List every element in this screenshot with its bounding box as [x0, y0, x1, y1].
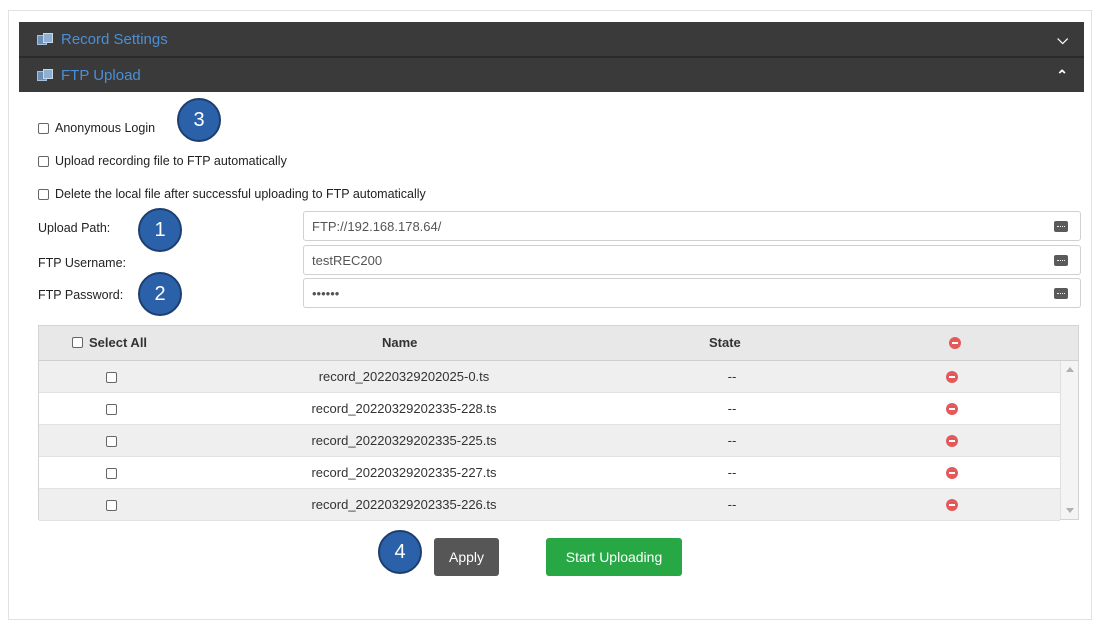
keyboard-icon[interactable]: [1054, 288, 1068, 299]
table-row: record_20220329202335-227.ts --: [39, 457, 1060, 489]
ftp-upload-header[interactable]: FTP Upload ⌃: [19, 58, 1084, 92]
main-container: [8, 10, 1092, 620]
keyboard-icon[interactable]: [1054, 255, 1068, 266]
delete-icon[interactable]: [946, 371, 958, 386]
table-row: record_20220329202335-228.ts --: [39, 393, 1060, 425]
ftp-username-value: testREC200: [312, 252, 383, 268]
delete-local-label: Delete the local file after successful u…: [55, 187, 426, 201]
table-scrollbar[interactable]: [1060, 361, 1078, 519]
record-settings-title: Record Settings: [61, 30, 168, 48]
delete-all-icon[interactable]: [949, 337, 961, 352]
row-checkbox[interactable]: [106, 467, 123, 482]
anonymous-login-label: Anonymous Login: [55, 121, 156, 135]
row-checkbox[interactable]: [106, 371, 123, 386]
ftp-upload-title: FTP Upload: [61, 66, 141, 84]
table-header: Select All Name State: [39, 326, 1078, 361]
row-state: --: [727, 497, 737, 512]
ftp-username-label: FTP Username:: [38, 256, 126, 270]
start-uploading-button[interactable]: Start Uploading: [546, 538, 682, 576]
ftp-password-value: ••••••: [312, 285, 340, 301]
row-name: record_20220329202335-227.ts: [311, 465, 497, 480]
upload-path-input[interactable]: FTP://192.168.178.64/: [303, 211, 1081, 241]
upload-path-value: FTP://192.168.178.64/: [312, 218, 442, 234]
monitor-icon: [37, 32, 53, 46]
row-name: record_20220329202335-226.ts: [311, 497, 497, 512]
state-column-header: State: [709, 335, 741, 350]
monitor-icon: [37, 68, 53, 82]
auto-upload-option[interactable]: Upload recording file to FTP automatical…: [38, 154, 287, 168]
table-row: record_20220329202335-225.ts --: [39, 425, 1060, 457]
file-table: Select All Name State record_20220329202…: [38, 325, 1079, 521]
delete-local-option[interactable]: Delete the local file after successful u…: [38, 187, 426, 201]
callout-1: 1: [138, 208, 182, 252]
select-all[interactable]: Select All: [72, 335, 147, 350]
row-name: record_20220329202025-0.ts: [318, 369, 490, 384]
row-state: --: [727, 465, 737, 480]
select-all-checkbox[interactable]: [72, 337, 83, 348]
upload-path-label: Upload Path:: [38, 221, 111, 235]
auto-upload-label: Upload recording file to FTP automatical…: [55, 154, 287, 168]
delete-icon[interactable]: [946, 403, 958, 418]
apply-button[interactable]: Apply: [434, 538, 499, 576]
row-state: --: [727, 369, 737, 384]
row-checkbox[interactable]: [106, 403, 123, 418]
row-name: record_20220329202335-225.ts: [311, 433, 497, 448]
row-state: --: [727, 401, 737, 416]
delete-icon[interactable]: [946, 499, 958, 514]
callout-3: 3: [177, 98, 221, 142]
row-checkbox[interactable]: [106, 435, 123, 450]
delete-icon[interactable]: [946, 467, 958, 482]
table-row: record_20220329202025-0.ts --: [39, 361, 1060, 393]
chevron-up-icon[interactable]: ⌃: [1056, 67, 1068, 84]
select-all-label: Select All: [89, 335, 148, 350]
callout-4: 4: [378, 530, 422, 574]
anonymous-login-option[interactable]: Anonymous Login: [38, 121, 155, 135]
anonymous-login-checkbox[interactable]: [38, 122, 49, 134]
ftp-password-input[interactable]: ••••••: [303, 278, 1081, 308]
ftp-password-label: FTP Password:: [38, 288, 124, 302]
record-settings-header[interactable]: Record Settings ⌵: [19, 22, 1084, 56]
scroll-up-icon[interactable]: [1066, 367, 1074, 372]
delete-icon[interactable]: [946, 435, 958, 450]
delete-local-checkbox[interactable]: [38, 188, 49, 200]
auto-upload-checkbox[interactable]: [38, 155, 49, 167]
row-state: --: [727, 433, 737, 448]
chevron-down-icon[interactable]: ⌵: [1057, 31, 1068, 48]
name-column-header: Name: [382, 335, 418, 350]
scroll-down-icon[interactable]: [1066, 508, 1074, 513]
callout-2: 2: [138, 272, 182, 316]
keyboard-icon[interactable]: [1054, 221, 1068, 232]
row-name: record_20220329202335-228.ts: [311, 401, 497, 416]
table-row: record_20220329202335-226.ts --: [39, 489, 1060, 521]
ftp-username-input[interactable]: testREC200: [303, 245, 1081, 275]
row-checkbox[interactable]: [106, 499, 123, 514]
